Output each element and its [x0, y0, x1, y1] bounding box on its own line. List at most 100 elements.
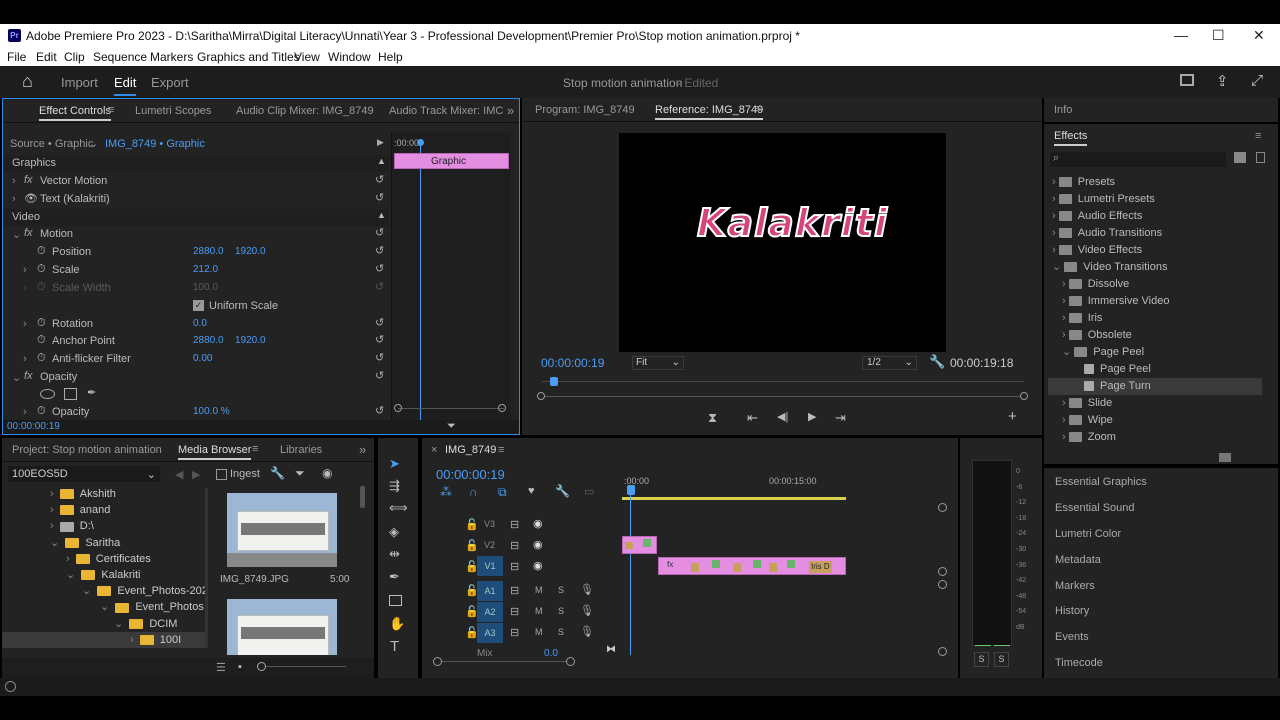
panel-essential-sound[interactable]: Essential Sound [1055, 502, 1135, 514]
tab-project[interactable]: Project: Stop motion animation [12, 444, 162, 456]
v1-clip-sequence[interactable]: fx Iris D [658, 557, 846, 575]
track-a2[interactable]: A2 [477, 602, 503, 622]
play-icon[interactable]: ▶ [808, 410, 816, 423]
mute-button[interactable]: M [535, 606, 543, 616]
more-tabs-icon[interactable]: » [359, 442, 366, 457]
panel-history[interactable]: History [1055, 605, 1089, 617]
list-view-icon[interactable]: ☰ [216, 661, 226, 674]
captions-icon[interactable]: ▭ [584, 485, 594, 498]
eye-icon[interactable]: ◉ [533, 559, 543, 572]
add-marker-icon[interactable]: ⧗ [708, 410, 717, 426]
effects-search-input[interactable]: ⌕ [1050, 152, 1226, 167]
track-a1[interactable]: A1 [477, 581, 503, 601]
horizontal-zoom-bar[interactable] [442, 661, 566, 662]
close-sequence-icon[interactable]: × [431, 444, 437, 456]
anchor-y-value[interactable]: 1920.0 [235, 335, 266, 346]
menu-clip[interactable]: Clip [64, 50, 85, 64]
stopwatch-icon[interactable]: ⏱ [37, 317, 46, 330]
step-back-icon[interactable]: ⇤ [747, 410, 758, 426]
ellipse-mask-icon[interactable] [40, 389, 55, 399]
panel-metadata[interactable]: Metadata [1055, 554, 1101, 566]
collapse-icon[interactable]: ▲ [377, 210, 386, 220]
menu-help[interactable]: Help [378, 50, 403, 64]
stopwatch-icon[interactable]: ⏱ [37, 352, 46, 365]
menu-icon[interactable]: ≡ [498, 444, 504, 456]
add-button-icon[interactable]: + [1008, 408, 1017, 425]
reset-icon[interactable]: ↺ [375, 316, 384, 329]
scale-value[interactable]: 212.0 [193, 264, 218, 275]
view-icon[interactable]: ◉ [322, 466, 332, 480]
solo-button[interactable]: S [558, 585, 564, 595]
effects-page-peel[interactable]: Page Peel [1052, 361, 1262, 378]
track-v1[interactable]: V1 [477, 556, 503, 576]
mix-value[interactable]: 0.0 [544, 648, 558, 659]
chevron-down-icon[interactable]: ⌄ [12, 371, 21, 384]
add-marker-icon[interactable]: ♥ [528, 485, 535, 497]
effects-presets[interactable]: › Presets [1052, 174, 1262, 191]
step-forward-icon[interactable]: ⇥ [835, 410, 846, 426]
zoom-handle-right[interactable] [498, 404, 506, 412]
panel-timecode[interactable]: Timecode [1055, 657, 1103, 669]
panel-essential-graphics[interactable]: Essential Graphics [1055, 476, 1147, 488]
solo-left-button[interactable]: S [974, 652, 989, 667]
zoom-handle-left[interactable] [394, 404, 402, 412]
panel-lumetri-color[interactable]: Lumetri Color [1055, 528, 1121, 540]
opacity-row[interactable]: ⌄ fx Opacity ↺ [3, 369, 391, 386]
monitor-timecode[interactable]: 00:00:00:19 [541, 356, 604, 370]
playhead-handle[interactable] [417, 139, 424, 146]
play-only-icon[interactable]: ▶ [377, 137, 384, 148]
stopwatch-icon[interactable]: ⏱ [37, 405, 46, 418]
horizontal-zoom-right[interactable] [566, 657, 575, 666]
effects-zoom[interactable]: › Zoom [1052, 429, 1262, 446]
horizontal-zoom-left[interactable] [433, 657, 442, 666]
effects-iris[interactable]: › Iris [1052, 310, 1262, 327]
maximize-button[interactable]: ☐ [1212, 27, 1225, 44]
settings-wrench-icon[interactable]: 🔧 [555, 484, 570, 498]
thumbnail-image[interactable] [227, 493, 337, 567]
wrench-icon[interactable]: 🔧 [270, 466, 285, 480]
folder-100i[interactable]: › 100I [2, 631, 208, 649]
delete-icon[interactable] [1256, 152, 1265, 163]
nest-icon[interactable]: ⁂ [440, 485, 452, 499]
graphic-clip-bar[interactable]: Graphic [394, 153, 509, 169]
filter-icon[interactable]: ⏷ [447, 420, 456, 433]
chevron-right-icon[interactable]: › [23, 406, 27, 418]
effects-immersive-video[interactable]: › Immersive Video [1052, 293, 1262, 310]
eye-icon[interactable]: 👁 [24, 192, 38, 205]
menu-sequence[interactable]: Sequence [93, 50, 147, 64]
menu-icon[interactable]: ≡ [1255, 130, 1261, 142]
back-icon[interactable]: ◀ [175, 468, 183, 481]
position-y-value[interactable]: 1920.0 [235, 246, 266, 257]
monitor-zoom-right[interactable] [1020, 392, 1028, 400]
anchor-x-value[interactable]: 2880.0 [193, 335, 224, 346]
reset-icon[interactable]: ↺ [375, 191, 384, 204]
lock-icon[interactable]: 🔓 [465, 539, 479, 552]
v2-graphic-clip[interactable] [622, 536, 657, 554]
effects-page-peel-folder[interactable]: ⌄ Page Peel [1052, 344, 1262, 361]
effects-audio-transitions[interactable]: › Audio Transitions [1052, 225, 1262, 242]
snap-icon[interactable]: ∩ [469, 485, 478, 499]
microphone-icon[interactable]: 🎙 [580, 604, 594, 617]
menu-markers[interactable]: Markers [150, 50, 193, 64]
menu-view[interactable]: View [294, 50, 320, 64]
opacity-value[interactable]: 100.0 % [193, 406, 230, 417]
tab-libraries[interactable]: Libraries [280, 444, 322, 456]
thumb-size-slider[interactable] [257, 662, 266, 671]
solo-right-button[interactable]: S [994, 652, 1009, 667]
folder-anand[interactable]: › anand [2, 502, 208, 518]
eye-icon[interactable]: ◉ [533, 517, 543, 530]
tab-effect-controls[interactable]: Effect Controls [39, 105, 111, 121]
pen-tool-icon[interactable]: ✒ [389, 569, 400, 585]
filter-icon[interactable]: ⏷ [295, 466, 305, 481]
tab-effects[interactable]: Effects [1054, 130, 1088, 146]
effects-slide[interactable]: › Slide [1052, 395, 1262, 412]
rectangle-tool-icon[interactable] [389, 595, 402, 606]
solo-button[interactable]: S [558, 627, 564, 637]
effects-video-effects[interactable]: › Video Effects [1052, 242, 1262, 259]
vertical-zoom-handle[interactable] [938, 647, 947, 656]
pen-mask-icon[interactable]: ✒ [87, 386, 96, 399]
sequence-tab[interactable]: IMG_8749 [445, 444, 496, 456]
share-icon[interactable]: ⇪ [1216, 72, 1229, 90]
folder-dcim[interactable]: ⌄ DCIM [2, 616, 208, 632]
timeline-timecode[interactable]: 00:00:00:19 [436, 467, 505, 482]
